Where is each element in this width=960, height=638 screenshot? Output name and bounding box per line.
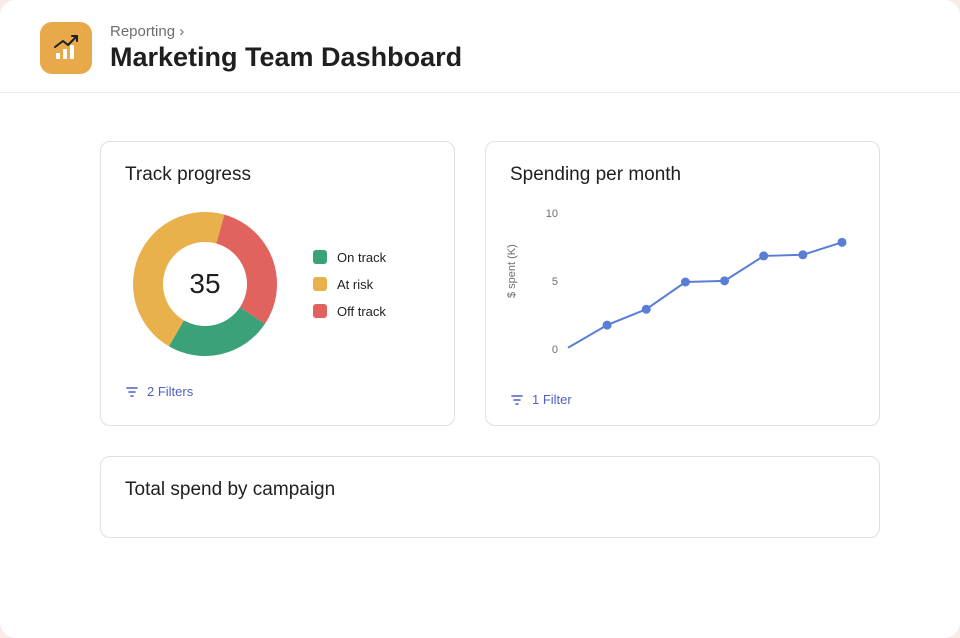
legend-label: On track — [337, 250, 386, 265]
legend-item-on-track: On track — [313, 250, 386, 265]
donut-chart: 35 — [125, 204, 285, 364]
card-spending-per-month: Spending per month $ spent (K) 10 5 0 1 … — [485, 141, 880, 426]
filters-link[interactable]: 2 Filters — [125, 384, 430, 399]
header: Reporting › Marketing Team Dashboard — [0, 0, 960, 93]
legend: On track At risk Off track — [313, 250, 386, 319]
filters-label: 2 Filters — [147, 384, 193, 399]
breadcrumb[interactable]: Reporting › — [110, 23, 462, 40]
swatch-off-track — [313, 304, 327, 318]
filter-icon — [125, 385, 139, 399]
card-track-progress: Track progress 35 On track At risk — [100, 141, 455, 426]
legend-item-at-risk: At risk — [313, 277, 386, 292]
card-title: Track progress — [125, 164, 430, 186]
legend-item-off-track: Off track — [313, 304, 386, 319]
swatch-at-risk — [313, 277, 327, 291]
chart-arrow-icon — [51, 33, 81, 63]
app-icon — [40, 22, 92, 74]
filter-icon — [510, 393, 524, 407]
legend-label: Off track — [337, 304, 386, 319]
line-chart: $ spent (K) 10 5 0 — [510, 204, 855, 380]
swatch-on-track — [313, 250, 327, 264]
page-title: Marketing Team Dashboard — [110, 42, 462, 73]
donut-center-value: 35 — [125, 204, 285, 364]
card-title: Spending per month — [510, 164, 855, 186]
card-title: Total spend by campaign — [125, 479, 855, 501]
legend-label: At risk — [337, 277, 373, 292]
filters-link[interactable]: 1 Filter — [510, 392, 855, 407]
filters-label: 1 Filter — [532, 392, 572, 407]
card-total-spend: Total spend by campaign — [100, 456, 880, 538]
